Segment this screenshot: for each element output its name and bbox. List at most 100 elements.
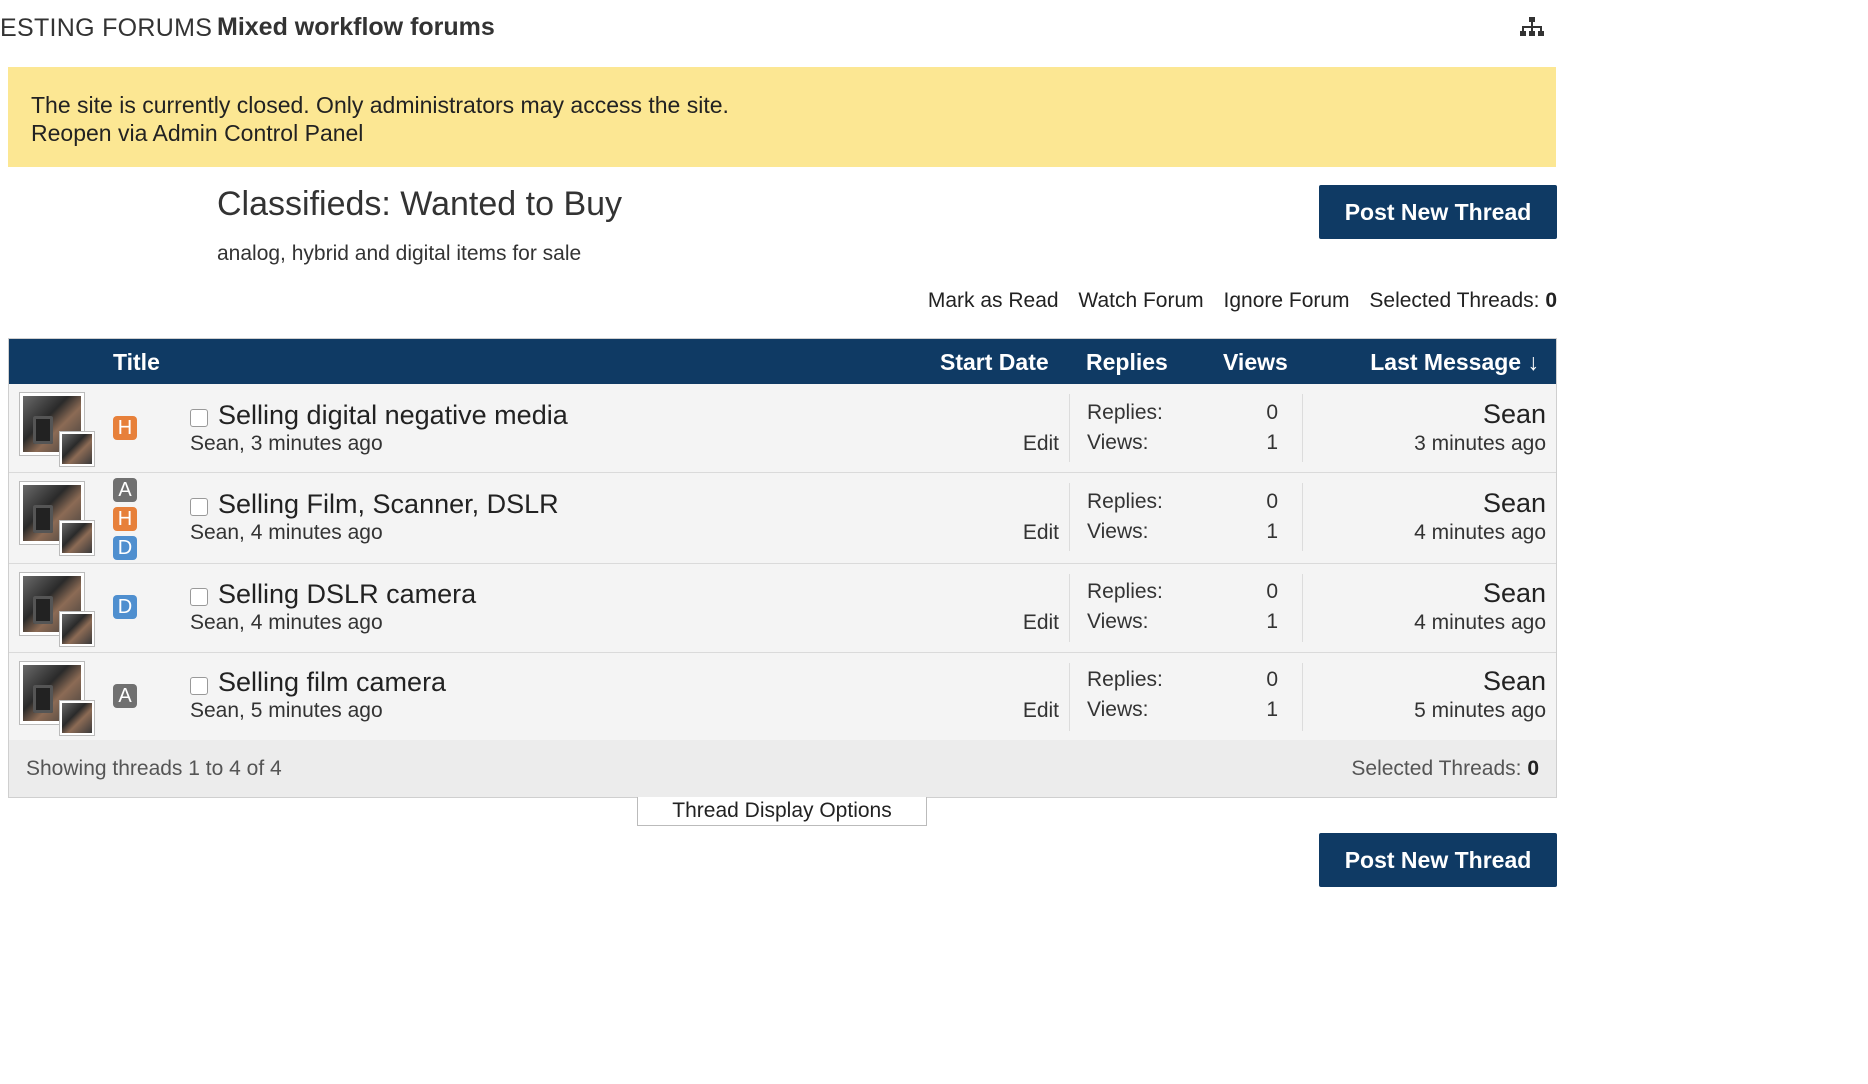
divider [1302,394,1303,462]
avatar[interactable] [19,392,97,467]
thread-meta[interactable]: Sean, 4 minutes ago [190,611,383,635]
thread-title[interactable]: Selling Film, Scanner, DSLR [218,489,559,520]
replies-label: Replies: [1087,401,1163,424]
thread-row: H Selling digital negative media Sean, 3… [9,384,1556,473]
sitemap-icon[interactable] [1519,16,1545,38]
avatar[interactable] [19,572,97,647]
last-message-time[interactable]: 5 minutes ago [1414,699,1546,723]
column-views[interactable]: Views [1223,349,1288,376]
divider [1069,394,1070,462]
views-count: 1 [1266,610,1278,633]
forum-title: Classifieds: Wanted to Buy [217,185,623,223]
thread-select-checkbox[interactable] [190,498,208,516]
forum-tools: Mark as Read Watch Forum Ignore Forum Se… [914,289,1557,313]
thread-row: A Selling film camera Sean, 5 minutes ag… [9,653,1556,741]
watch-forum-link[interactable]: Watch Forum [1078,289,1203,312]
edit-link[interactable]: Edit [1023,432,1059,456]
views-label: Views: [1087,431,1149,454]
divider [1069,663,1070,731]
column-title[interactable]: Title [113,349,160,376]
thread-list-footer: Showing threads 1 to 4 of 4 Selected Thr… [9,740,1556,797]
footer-selected-count: 0 [1527,757,1539,780]
thread-select-checkbox[interactable] [190,409,208,427]
avatar-small-image [59,611,95,647]
post-new-thread-button-bottom[interactable]: Post New Thread [1319,833,1557,887]
breadcrumb-current[interactable]: Mixed workflow forums [217,13,495,42]
mark-as-read-link[interactable]: Mark as Read [928,289,1059,312]
last-message-user[interactable]: Sean [1483,399,1546,430]
selected-threads-count: 0 [1545,289,1557,312]
column-replies[interactable]: Replies [1086,349,1168,376]
thread-prefixes: A [113,684,139,713]
footer-selected-label: Selected Threads: [1351,757,1522,780]
ignore-forum-link[interactable]: Ignore Forum [1224,289,1350,312]
breadcrumb-previous[interactable]: ESTING FORUMS [0,14,212,43]
replies-label: Replies: [1087,668,1163,691]
views-label: Views: [1087,520,1149,543]
replies-count: 0 [1266,490,1278,513]
post-new-thread-button[interactable]: Post New Thread [1319,185,1557,239]
thread-select-checkbox[interactable] [190,588,208,606]
last-message-user[interactable]: Sean [1483,666,1546,697]
thread-title[interactable]: Selling DSLR camera [218,579,476,610]
selected-threads[interactable]: Selected Threads: 0 [1369,289,1557,312]
column-last-message[interactable]: Last Message ↓ [1370,349,1539,376]
thread-meta[interactable]: Sean, 3 minutes ago [190,432,383,456]
thread-meta[interactable]: Sean, 5 minutes ago [190,699,383,723]
showing-threads-count: Showing threads 1 to 4 of 4 [26,757,282,780]
prefix-badge[interactable]: H [113,507,137,531]
replies-label: Replies: [1087,490,1163,513]
replies-count: 0 [1266,401,1278,424]
edit-link[interactable]: Edit [1023,521,1059,545]
thread-display-options-button[interactable]: Thread Display Options [637,797,927,826]
thread-select-checkbox[interactable] [190,677,208,695]
divider [1302,574,1303,642]
replies-count: 0 [1266,668,1278,691]
avatar-small-image [59,431,95,467]
prefix-badge[interactable]: H [113,416,137,440]
divider [1069,483,1070,551]
thread-meta[interactable]: Sean, 4 minutes ago [190,521,383,545]
prefix-badge[interactable]: D [113,536,137,560]
prefix-badge[interactable]: A [113,478,137,502]
views-count: 1 [1266,520,1278,543]
avatar-small-image [59,520,95,556]
last-message-time[interactable]: 3 minutes ago [1414,432,1546,456]
divider [1302,483,1303,551]
last-message-user[interactable]: Sean [1483,578,1546,609]
last-message-time[interactable]: 4 minutes ago [1414,521,1546,545]
replies-label: Replies: [1087,580,1163,603]
thread-prefixes: A H D [113,478,139,565]
prefix-badge[interactable]: D [113,595,137,619]
views-count: 1 [1266,698,1278,721]
last-message-user[interactable]: Sean [1483,488,1546,519]
views-label: Views: [1087,610,1149,633]
avatar[interactable] [19,661,97,736]
thread-list: Title Start Date Replies Views Last Mess… [8,338,1557,798]
thread-list-header: Title Start Date Replies Views Last Mess… [9,339,1556,384]
site-closed-notice: The site is currently closed. Only admin… [8,67,1556,167]
last-message-time[interactable]: 4 minutes ago [1414,611,1546,635]
views-label: Views: [1087,698,1149,721]
edit-link[interactable]: Edit [1023,699,1059,723]
thread-row: A H D Selling Film, Scanner, DSLR Sean, … [9,473,1556,564]
prefix-badge[interactable]: A [113,684,137,708]
replies-count: 0 [1266,580,1278,603]
views-count: 1 [1266,431,1278,454]
thread-title[interactable]: Selling digital negative media [218,400,568,431]
column-start-date[interactable]: Start Date [940,349,1049,376]
thread-prefixes: H [113,416,139,445]
avatar[interactable] [19,481,97,556]
reopen-link[interactable]: Reopen via Admin Control Panel [31,119,1533,147]
avatar-small-image [59,700,95,736]
notice-text: The site is currently closed. Only admin… [31,92,729,118]
thread-title[interactable]: Selling film camera [218,667,446,698]
footer-selected-threads[interactable]: Selected Threads: 0 [1351,757,1539,781]
divider [1302,663,1303,731]
selected-threads-label: Selected Threads: [1369,289,1540,312]
divider [1069,574,1070,642]
forum-description: analog, hybrid and digital items for sal… [217,242,582,265]
thread-prefixes: D [113,595,139,624]
edit-link[interactable]: Edit [1023,611,1059,635]
top-navigation: ESTING FORUMS Mixed workflow forums [0,0,1868,62]
